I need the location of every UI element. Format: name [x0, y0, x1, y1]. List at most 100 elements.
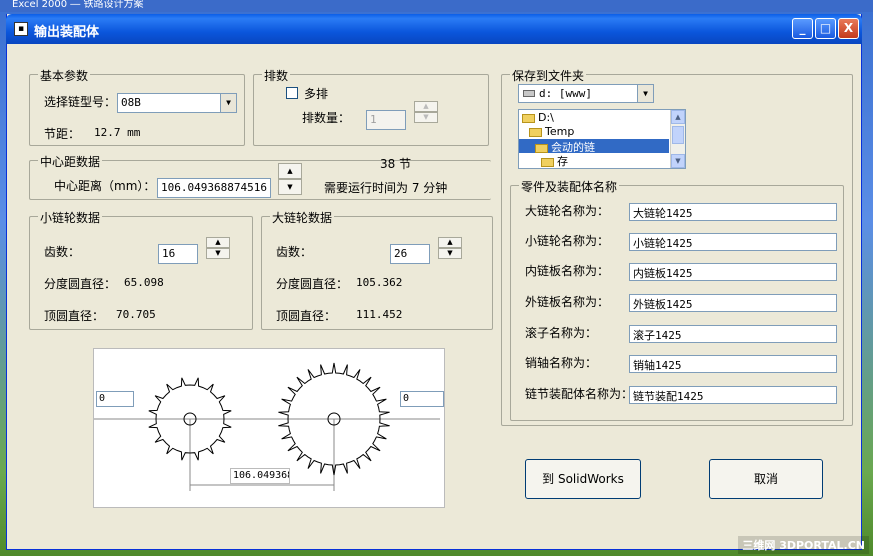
chain-type-value: 08B	[121, 96, 141, 109]
row-count-input[interactable]: 1	[366, 110, 406, 130]
folder-icon	[541, 157, 554, 167]
rows-group: 排数 多排 排数量： 1 ▲ ▼	[253, 67, 489, 146]
left-offset-input[interactable]: 0	[96, 391, 134, 407]
large-pitch-dia-value: 105.362	[356, 276, 403, 289]
center-distance-label: 中心距离（mm）：	[54, 179, 156, 193]
title-bar[interactable]: ▪ 输出装配体 _ □ X	[6, 14, 862, 44]
right-offset-input[interactable]: 0	[400, 391, 444, 407]
chevron-up-icon[interactable]: ▲	[414, 101, 438, 112]
small-sprocket-title: 小链轮数据	[38, 209, 103, 226]
part-label: 滚子名称为：	[525, 326, 598, 340]
save-folder-group: 保存到文件夹 d: [www] ▼ D:\ Temp 会动的链 存 ▲ ▼ 零件…	[501, 67, 853, 426]
chevron-down-icon[interactable]: ▼	[220, 94, 236, 112]
basic-params-group: 基本参数 选择链型号： 08B ▼ 节距： 12.7 mm	[29, 67, 245, 146]
chevron-down-icon[interactable]: ▼	[206, 248, 230, 259]
runtime-text: 需要运行时间为 7 分钟	[324, 181, 448, 195]
large-tip-dia-label: 顶圆直径：	[276, 309, 337, 323]
main-window: ▪ 输出装配体 _ □ X 基本参数 选择链型号： 08B ▼ 节距： 12.7…	[6, 14, 862, 550]
pitch-value: 12.7 mm	[94, 126, 141, 139]
large-teeth-stepper[interactable]: ▲ ▼	[438, 237, 462, 259]
center-distance-title: 中心距数据	[38, 153, 103, 170]
part-name-input[interactable]: 大链轮1425	[629, 203, 837, 221]
chain-links-count: 38 节	[380, 157, 412, 171]
scroll-thumb[interactable]	[672, 126, 684, 144]
folder-item-label: Temp	[545, 125, 575, 138]
folder-item-label: 存	[557, 155, 568, 168]
part-label: 小链轮名称为：	[525, 234, 610, 248]
multi-row-checkbox[interactable]	[286, 87, 298, 99]
part-label: 内链板名称为：	[525, 264, 610, 278]
part-name-input[interactable]: 滚子1425	[629, 325, 837, 343]
chevron-down-icon[interactable]: ▼	[278, 179, 302, 195]
row-count-label: 排数量：	[302, 111, 351, 125]
scroll-up-icon[interactable]: ▲	[671, 110, 685, 124]
large-pitch-dia-label: 分度圆直径：	[276, 277, 349, 291]
part-name-input[interactable]: 内链板1425	[629, 263, 837, 281]
small-teeth-stepper[interactable]: ▲ ▼	[206, 237, 230, 259]
cancel-button[interactable]: 取消	[709, 459, 823, 499]
save-folder-title: 保存到文件夹	[510, 67, 587, 84]
folder-open-icon	[529, 127, 542, 137]
part-name-input[interactable]: 外链板1425	[629, 294, 837, 312]
part-name-input[interactable]: 链节装配1425	[629, 386, 837, 404]
row-count-stepper[interactable]: ▲ ▼	[414, 101, 438, 123]
multi-row-label: 多排	[304, 87, 329, 101]
small-teeth-label: 齿数：	[44, 245, 81, 259]
part-name-input[interactable]: 小链轮1425	[629, 233, 837, 251]
chevron-down-icon[interactable]: ▼	[414, 112, 438, 123]
folder-tree-scrollbar[interactable]: ▲ ▼	[670, 110, 685, 168]
chevron-up-icon[interactable]: ▲	[278, 163, 302, 179]
part-label: 链节装配体名称为：	[525, 387, 634, 401]
part-label: 大链轮名称为：	[525, 204, 610, 218]
part-label: 销轴名称为：	[525, 356, 598, 370]
chevron-up-icon[interactable]: ▲	[438, 237, 462, 248]
rows-title: 排数	[262, 67, 291, 84]
window-content: 基本参数 选择链型号： 08B ▼ 节距： 12.7 mm 排数 多排 排数量：…	[7, 44, 861, 549]
small-pitch-dia-value: 65.098	[124, 276, 164, 289]
large-teeth-label: 齿数：	[276, 245, 313, 259]
chain-type-label: 选择链型号：	[44, 95, 117, 109]
folder-item[interactable]: D:\	[522, 111, 554, 125]
minimize-button[interactable]: _	[792, 18, 813, 39]
form-icon: ▪	[14, 22, 28, 36]
drive-select[interactable]: d: [www] ▼	[518, 84, 654, 103]
drive-icon	[523, 90, 535, 97]
distance-label: 106.049368	[230, 468, 290, 484]
sprocket-diagram: 0 0 106.049368	[93, 348, 445, 508]
basic-params-title: 基本参数	[38, 67, 91, 84]
folder-tree[interactable]: D:\ Temp 会动的链 存 ▲ ▼	[518, 109, 686, 169]
part-label: 外链板名称为：	[525, 295, 610, 309]
large-sprocket-group: 大链轮数据 齿数： 26 ▲ ▼ 分度圆直径： 105.362 顶圆直径： 11…	[261, 209, 493, 330]
chevron-down-icon[interactable]: ▼	[637, 85, 653, 102]
parts-title: 零件及装配体名称	[519, 178, 620, 195]
window-title: 输出装配体	[34, 25, 100, 40]
folder-item[interactable]: 存	[541, 153, 568, 168]
to-solidworks-button[interactable]: 到 SolidWorks	[525, 459, 641, 499]
maximize-button[interactable]: □	[815, 18, 836, 39]
part-name-input[interactable]: 销轴1425	[629, 355, 837, 373]
chevron-down-icon[interactable]: ▼	[438, 248, 462, 259]
folder-item[interactable]: Temp	[529, 125, 574, 139]
pitch-label: 节距：	[44, 127, 81, 141]
folder-item-label: D:\	[538, 111, 554, 124]
large-teeth-input[interactable]: 26	[390, 244, 430, 264]
folder-open-icon	[535, 143, 548, 153]
chevron-up-icon[interactable]: ▲	[206, 237, 230, 248]
parts-group: 零件及装配体名称 大链轮名称为： 大链轮1425 小链轮名称为： 小链轮1425…	[510, 178, 844, 421]
small-tip-dia-value: 70.705	[116, 308, 156, 321]
chain-type-select[interactable]: 08B ▼	[117, 93, 237, 113]
center-distance-group: 中心距数据 中心距离（mm）： 106.049368874516 ▲ ▼ 38 …	[29, 153, 491, 200]
small-teeth-input[interactable]: 16	[158, 244, 198, 264]
close-button[interactable]: X	[838, 18, 859, 39]
large-sprocket-title: 大链轮数据	[270, 209, 335, 226]
drive-value: d: [www]	[539, 87, 592, 100]
center-distance-stepper[interactable]: ▲ ▼	[278, 163, 302, 195]
scroll-down-icon[interactable]: ▼	[671, 154, 685, 168]
small-pitch-dia-label: 分度圆直径：	[44, 277, 117, 291]
folder-item-selected[interactable]: 会动的链	[519, 139, 669, 154]
folder-open-icon	[522, 113, 535, 123]
center-distance-input[interactable]: 106.049368874516	[157, 178, 271, 198]
small-sprocket-group: 小链轮数据 齿数： 16 ▲ ▼ 分度圆直径： 65.098 顶圆直径： 70.…	[29, 209, 253, 330]
small-tip-dia-label: 顶圆直径：	[44, 309, 105, 323]
watermark: 三维网 3DPORTAL.CN	[738, 536, 869, 554]
